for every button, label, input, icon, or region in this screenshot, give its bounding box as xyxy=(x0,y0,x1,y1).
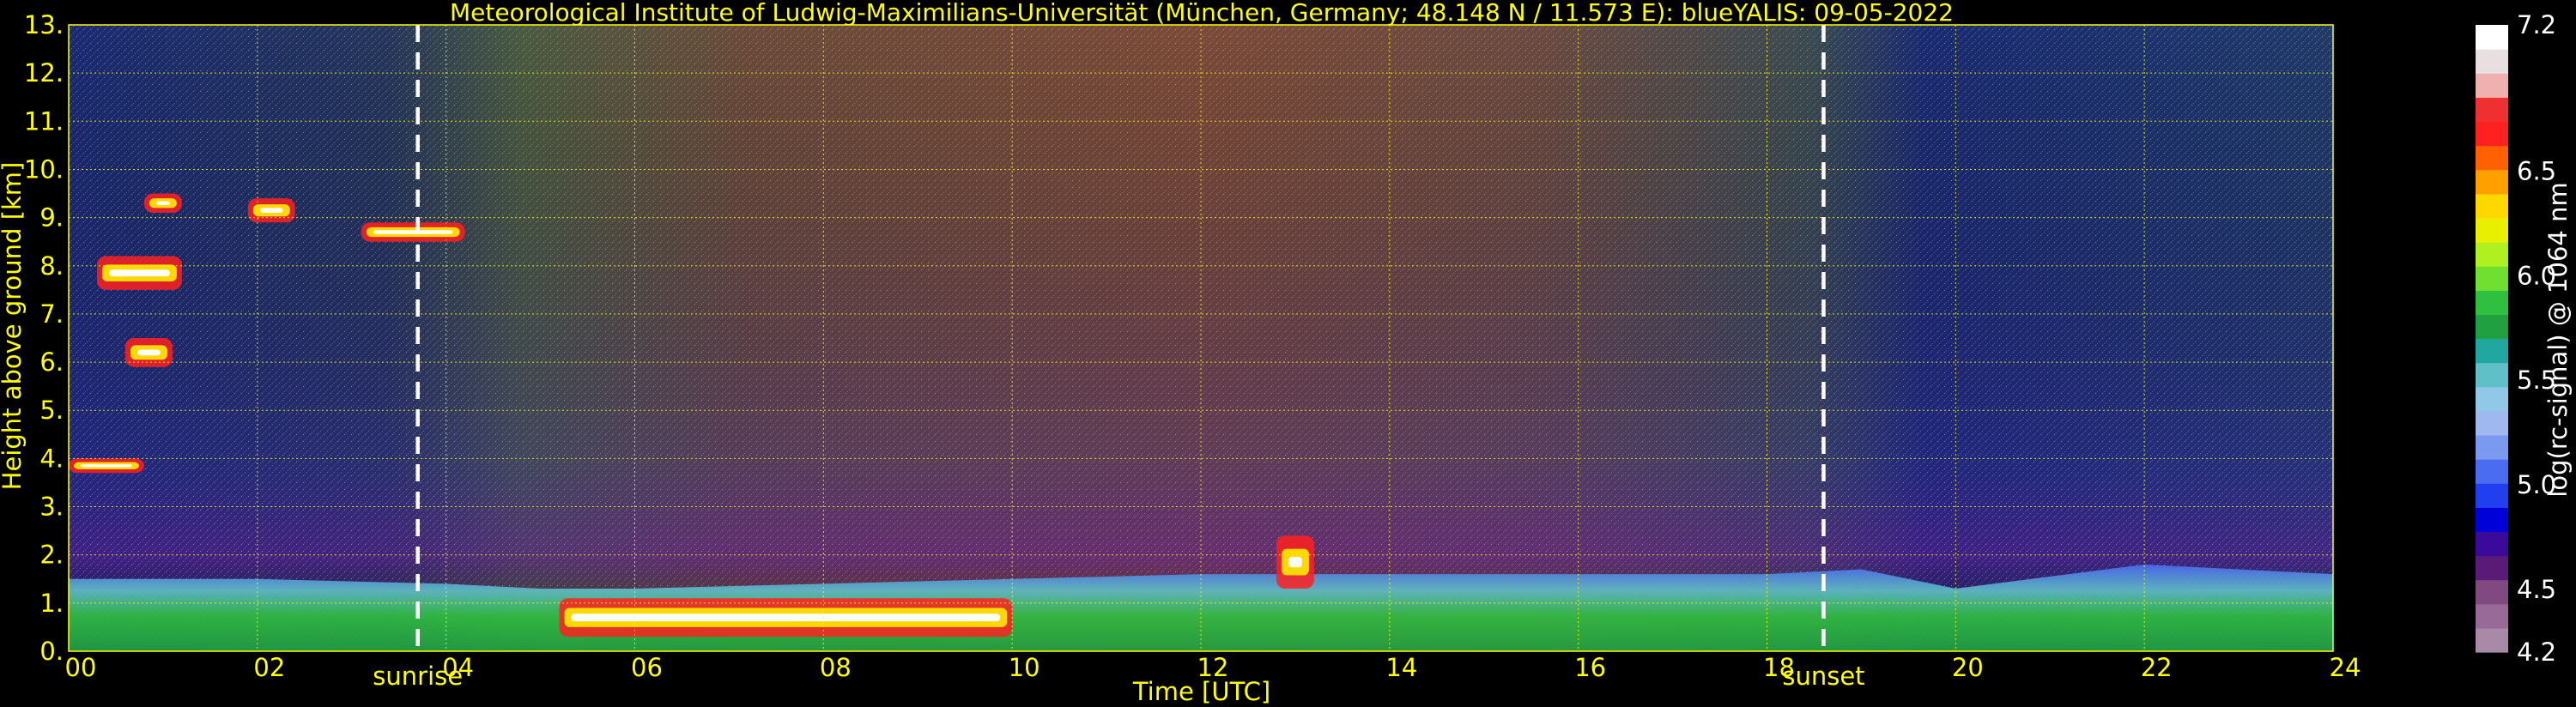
colorbar-segment xyxy=(2476,97,2508,123)
colorbar-segment xyxy=(2476,603,2508,629)
x-tick-label: 22 xyxy=(2141,653,2173,682)
x-tick-label: 16 xyxy=(1574,653,1606,682)
y-tick-label: 0. xyxy=(39,637,64,666)
colorbar-segment xyxy=(2476,434,2508,460)
colorbar-segment xyxy=(2476,290,2508,315)
x-axis-label: Time [UTC] xyxy=(1132,677,1270,706)
y-tick-label: 5. xyxy=(39,396,64,425)
y-tick-label: 13. xyxy=(24,10,64,39)
cloud-layer xyxy=(96,256,182,290)
colorbar-segment xyxy=(2476,49,2508,74)
cloud-layer xyxy=(1276,535,1314,589)
colorbar-segment xyxy=(2476,555,2508,581)
colorbar-segment xyxy=(2476,386,2508,412)
x-tick-label: 02 xyxy=(253,653,285,682)
y-tick-label: 3. xyxy=(39,492,64,522)
x-tick-label: 20 xyxy=(1952,653,1984,682)
colorbar-segment xyxy=(2476,145,2508,171)
y-tick-label: 9. xyxy=(39,203,64,233)
colorbar-segment xyxy=(2476,73,2508,98)
colorbar-segment xyxy=(2476,507,2508,533)
colorbar-label: log(rc-signal) @ 1064 nm xyxy=(2543,182,2573,497)
x-tick-label: 00 xyxy=(65,653,97,682)
colorbar-segment xyxy=(2476,193,2508,219)
cloud-layer xyxy=(124,338,173,367)
plot-title: Meteorological Institute of Ludwig-Maxim… xyxy=(450,0,1954,27)
colorbar-segment xyxy=(2476,266,2508,291)
colorbar-segment xyxy=(2476,169,2508,195)
sun-event-labels: sunrise sunset xyxy=(373,662,1864,691)
x-tick-label: 24 xyxy=(2330,653,2361,682)
x-tick-label: 06 xyxy=(631,653,663,682)
y-tick-label: 8. xyxy=(39,251,64,281)
colorbar-segment xyxy=(2476,483,2508,508)
colorbar-segment xyxy=(2476,338,2508,364)
chart-title: Meteorological Institute of Ludwig-Maxim… xyxy=(450,0,1954,27)
colorbar-tick-label: 4.2 xyxy=(2517,638,2556,667)
y-axis-label: Height above ground [km] xyxy=(0,162,27,491)
x-tick-label: 14 xyxy=(1385,653,1417,682)
colorbar-segment xyxy=(2476,217,2508,243)
colorbar xyxy=(2476,25,2508,653)
cloud-layer xyxy=(559,598,1013,638)
y-tick-label: 12. xyxy=(24,58,64,88)
y-tick-label: 4. xyxy=(39,444,64,473)
cloud-layer xyxy=(69,458,144,474)
colorbar-tick-label: 7.2 xyxy=(2517,10,2556,39)
colorbar-segment xyxy=(2476,459,2508,484)
cloud-layer xyxy=(247,198,295,223)
colorbar-segment xyxy=(2476,410,2508,436)
cloud-layer xyxy=(143,193,182,213)
y-axis-ticks: 0. 1. 2. 3. 4. 5. 6. 7. 8. 9. 10. 11. 12. 13. xyxy=(24,10,64,666)
x-tick-label: 08 xyxy=(820,653,852,682)
y-tick-label: 6. xyxy=(39,347,64,377)
colorbar-segment xyxy=(2476,627,2508,653)
y-tick-label: 1. xyxy=(39,589,64,618)
colorbar-segment xyxy=(2476,242,2508,267)
cloud-layer xyxy=(361,222,465,242)
y-tick-label: 11. xyxy=(24,106,64,136)
colorbar-segment xyxy=(2476,121,2508,147)
colorbar-segment xyxy=(2476,314,2508,340)
colorbar-segment xyxy=(2476,531,2508,557)
plot-area xyxy=(68,24,2334,652)
x-tick-label: 10 xyxy=(1009,653,1040,682)
y-tick-label: 10. xyxy=(24,154,64,184)
y-tick-label: 2. xyxy=(39,541,64,570)
y-tick-label: 7. xyxy=(39,299,64,329)
colorbar-segment xyxy=(2476,25,2508,50)
sun-event-label: sunrise xyxy=(373,662,463,691)
sun-event-label: sunset xyxy=(1782,662,1864,691)
colorbar-segment xyxy=(2476,579,2508,605)
colorbar-tick-label: 6.5 xyxy=(2517,157,2556,186)
colorbar-tick-label: 4.5 xyxy=(2517,575,2556,604)
colorbar-segment xyxy=(2476,362,2508,388)
lidar-figure: Meteorological Institute of Ludwig-Maxim… xyxy=(0,0,2573,706)
